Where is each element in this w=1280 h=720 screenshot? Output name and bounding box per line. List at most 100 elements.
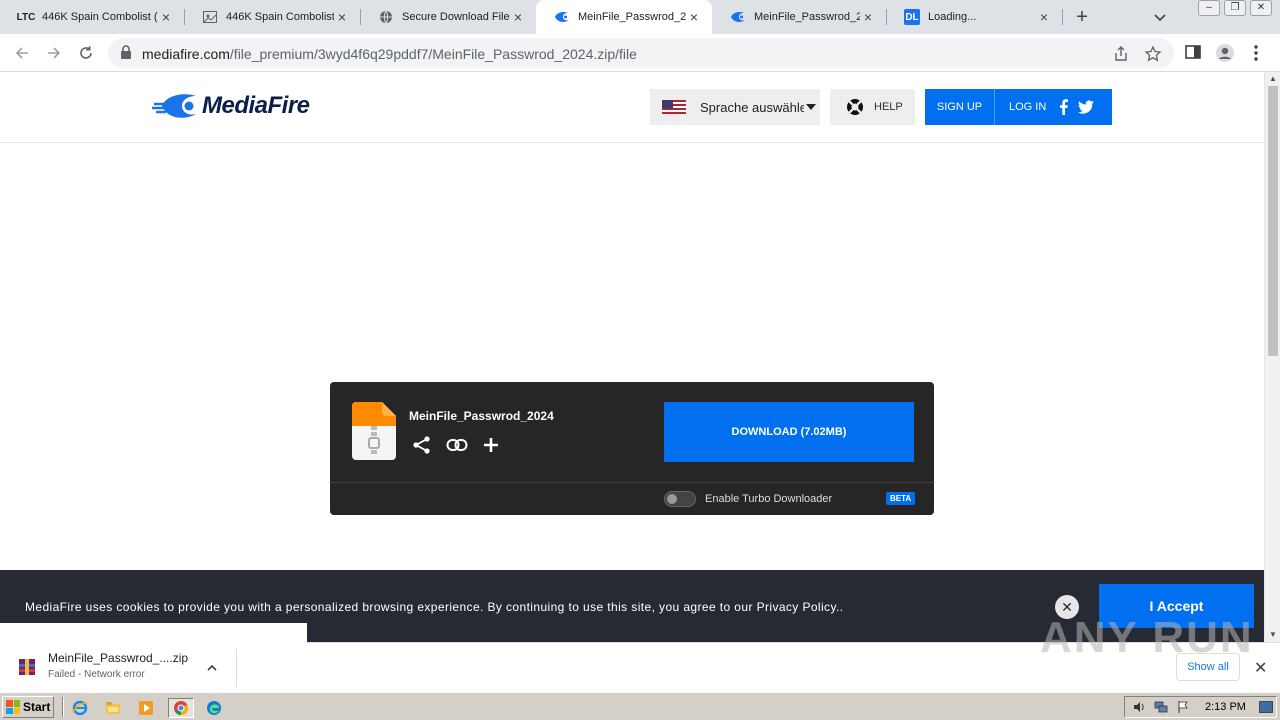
- chrome-taskbar-icon[interactable]: [168, 698, 194, 718]
- close-shelf-icon[interactable]: ✕: [1254, 658, 1267, 678]
- taskbar-separator: [62, 697, 64, 717]
- close-icon[interactable]: ×: [158, 9, 174, 25]
- tab-title: 446K Spain Combolist -: [226, 11, 334, 23]
- social-login: [1055, 98, 1095, 116]
- forward-arrow-icon[interactable]: [42, 41, 66, 65]
- restore-icon[interactable]: ❐: [1224, 0, 1246, 16]
- sign-up-button[interactable]: SIGN UP: [925, 89, 995, 125]
- action-center-flag-icon[interactable]: [1175, 699, 1191, 715]
- zip-file-icon: [352, 402, 396, 460]
- turbo-downloader-toggle[interactable]: [664, 491, 696, 507]
- add-icon[interactable]: [482, 436, 500, 454]
- download-shelf: MeinFile_Passwrod_....zip Failed - Netwo…: [0, 613, 1280, 692]
- scroll-up-icon[interactable]: ▲: [1265, 72, 1280, 86]
- scroll-thumb[interactable]: [1268, 86, 1278, 356]
- download-card: MeinFile_Passwrod_2024 DOWNLOAD (7.02MB)…: [330, 382, 934, 515]
- chevron-up-icon[interactable]: [205, 661, 219, 675]
- download-item-text: MeinFile_Passwrod_....zip Failed - Netwo…: [48, 651, 188, 680]
- close-icon[interactable]: ×: [860, 9, 876, 25]
- ltc-favicon-icon: LTC: [16, 11, 36, 23]
- log-in-button[interactable]: LOG IN: [995, 101, 1055, 113]
- close-icon[interactable]: ×: [1036, 9, 1052, 25]
- taskbar-clock[interactable]: 2:13 PM: [1205, 701, 1246, 713]
- menu-dots-icon[interactable]: [1246, 43, 1266, 63]
- winrar-archive-icon: [19, 659, 35, 675]
- profile-avatar-icon[interactable]: [1215, 43, 1235, 63]
- mediafire-logo[interactable]: MediaFire: [152, 92, 310, 120]
- start-button[interactable]: Start: [2, 696, 54, 718]
- share-icon[interactable]: [1112, 45, 1130, 63]
- start-label: Start: [23, 700, 51, 714]
- share-icon[interactable]: [412, 435, 432, 455]
- shelf-tab: [0, 623, 307, 643]
- mediafire-header: MediaFire Sprache auswählen HELP SIGN UP…: [0, 72, 1264, 143]
- window-close-icon[interactable]: ✕: [1250, 0, 1272, 16]
- url-path: /file_premium/3wyd4f6q29pddf7/MeinFile_P…: [229, 46, 637, 62]
- link-icon[interactable]: [446, 435, 468, 455]
- file-explorer-icon[interactable]: [103, 698, 123, 718]
- minimize-icon[interactable]: –: [1198, 0, 1220, 16]
- tab-title: Secure Download File: [402, 11, 510, 23]
- shelf-separator: [236, 649, 237, 687]
- media-player-icon[interactable]: [136, 698, 156, 718]
- page-favicon-icon: [202, 9, 218, 25]
- logo-text: MediaFire: [202, 92, 310, 119]
- lifebuoy-icon: [847, 99, 863, 115]
- tab-title: Loading...: [928, 11, 977, 23]
- tab-loading[interactable]: DL Loading... ×: [886, 0, 1062, 34]
- cookie-text: MediaFire uses cookies to provide you wi…: [25, 600, 844, 614]
- turbo-downloader-label: Enable Turbo Downloader: [705, 493, 833, 505]
- tab-meinfile-2[interactable]: MeinFile_Passwrod_202 ×: [712, 0, 886, 34]
- dl-favicon-icon: DL: [904, 9, 920, 25]
- new-tab-icon[interactable]: +: [1070, 5, 1094, 29]
- side-panel-icon[interactable]: [1184, 43, 1204, 63]
- close-icon[interactable]: ×: [686, 9, 702, 25]
- bookmark-star-icon[interactable]: [1144, 45, 1162, 63]
- language-select[interactable]: Sprache auswählen: [650, 89, 820, 125]
- address-bar[interactable]: mediafire.com/file_premium/3wyd4f6q29pdd…: [108, 38, 1174, 68]
- tab-title: 446K Spain Combolist (I: [42, 11, 158, 23]
- system-tray: 2:13 PM: [1124, 696, 1277, 718]
- beta-badge: BETA: [886, 492, 916, 505]
- back-arrow-icon[interactable]: [10, 41, 34, 65]
- url-host: mediafire.com: [142, 46, 230, 62]
- tab-spain-combolist-2[interactable]: 446K Spain Combolist - ×: [184, 0, 360, 34]
- file-name: MeinFile_Passwrod_2024: [409, 409, 554, 423]
- language-label: Sprache auswählen: [700, 99, 804, 115]
- edge-icon[interactable]: [204, 698, 224, 718]
- help-button[interactable]: HELP: [830, 89, 915, 125]
- card-divider: [330, 482, 934, 483]
- tab-meinfile-active[interactable]: MeinFile_Passwrod_202 ×: [536, 0, 712, 34]
- close-icon[interactable]: ×: [334, 9, 350, 25]
- window-controls: – ❐ ✕: [1198, 0, 1272, 16]
- caret-down-icon: [806, 104, 816, 110]
- download-item-status: Failed - Network error: [48, 669, 145, 680]
- mediafire-favicon-icon: [554, 9, 570, 25]
- reload-icon[interactable]: [74, 41, 98, 65]
- lock-icon[interactable]: [120, 45, 132, 64]
- tab-search-chevron-icon[interactable]: [1150, 7, 1170, 27]
- page-viewport: MediaFire Sprache auswählen HELP SIGN UP…: [0, 72, 1264, 642]
- windows-taskbar: Start 2:13 PM: [0, 692, 1280, 720]
- url-text: mediafire.com/file_premium/3wyd4f6q29pdd…: [142, 46, 637, 62]
- download-button[interactable]: DOWNLOAD (7.02MB): [664, 402, 914, 462]
- tab-spain-combolist-1[interactable]: LTC 446K Spain Combolist (I ×: [0, 0, 184, 34]
- twitter-icon[interactable]: [1077, 98, 1095, 116]
- tab-separator: [1062, 9, 1063, 25]
- scroll-down-icon[interactable]: ▼: [1265, 628, 1280, 642]
- network-icon[interactable]: [1153, 699, 1169, 715]
- tab-secure-download[interactable]: Secure Download File ×: [360, 0, 536, 34]
- browser-tab-strip: LTC 446K Spain Combolist (I × 446K Spain…: [0, 0, 1280, 34]
- volume-icon[interactable]: [1131, 699, 1147, 715]
- us-flag-icon: [662, 100, 686, 114]
- browser-toolbar: mediafire.com/file_premium/3wyd4f6q29pdd…: [0, 34, 1280, 72]
- facebook-icon[interactable]: [1055, 98, 1073, 116]
- download-item-name: MeinFile_Passwrod_....zip: [48, 651, 189, 665]
- page-scrollbar[interactable]: ▲ ▼: [1264, 72, 1280, 642]
- show-desktop-icon[interactable]: [1258, 699, 1274, 715]
- tab-title: MeinFile_Passwrod_202: [754, 11, 860, 23]
- show-all-button[interactable]: Show all: [1176, 653, 1240, 681]
- help-label: HELP: [874, 101, 903, 113]
- close-icon[interactable]: ×: [510, 9, 526, 25]
- internet-explorer-icon[interactable]: [70, 698, 90, 718]
